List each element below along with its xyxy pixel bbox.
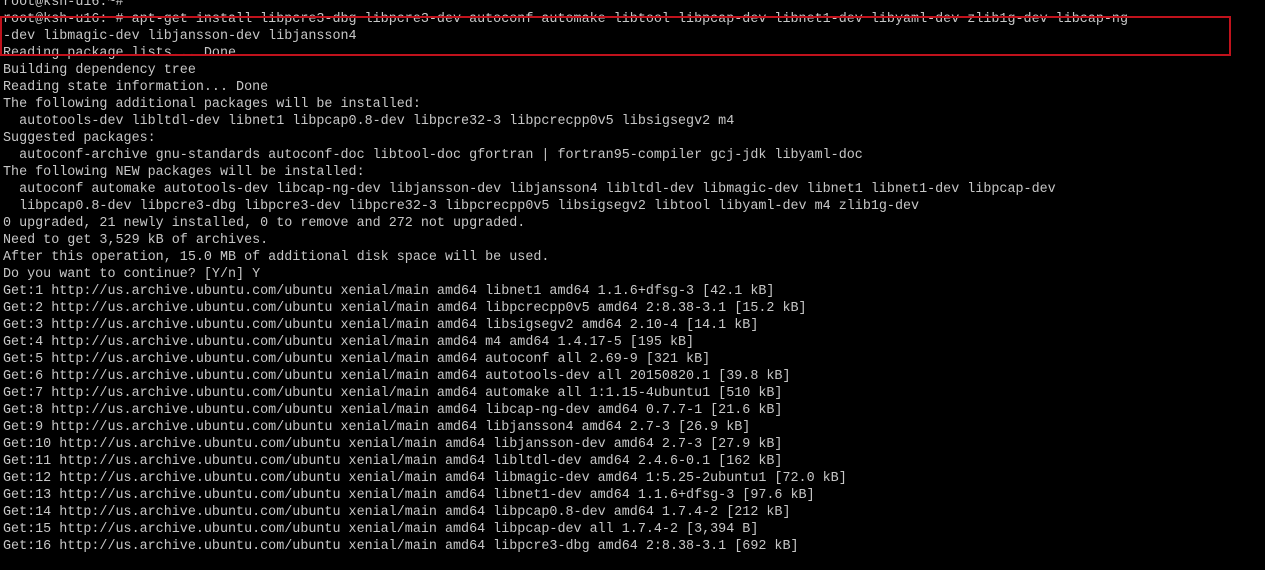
download-line: Get:15 http://us.archive.ubuntu.com/ubun…	[3, 522, 759, 537]
download-line: Get:11 http://us.archive.ubuntu.com/ubun…	[3, 454, 783, 469]
download-line: Get:3 http://us.archive.ubuntu.com/ubunt…	[3, 318, 759, 333]
command-highlight-box	[0, 16, 1231, 56]
output-line: The following additional packages will b…	[3, 97, 421, 112]
output-line: The following NEW packages will be insta…	[3, 165, 365, 180]
output-line: Building dependency tree	[3, 63, 196, 78]
output-line: After this operation, 15.0 MB of additio…	[3, 250, 550, 265]
output-line: 0 upgraded, 21 newly installed, 0 to rem…	[3, 216, 526, 231]
output-line: Reading state information... Done	[3, 80, 269, 95]
terminal-window[interactable]: root@ksh-u16:~# root@ksh-u16:~# apt-get …	[0, 0, 1265, 570]
terminal-output: root@ksh-u16:~# root@ksh-u16:~# apt-get …	[3, 0, 1128, 555]
download-line: Get:7 http://us.archive.ubuntu.com/ubunt…	[3, 386, 783, 401]
download-line: Get:14 http://us.archive.ubuntu.com/ubun…	[3, 505, 791, 520]
download-line: Get:13 http://us.archive.ubuntu.com/ubun…	[3, 488, 815, 503]
download-line: Get:12 http://us.archive.ubuntu.com/ubun…	[3, 471, 847, 486]
download-line: Get:5 http://us.archive.ubuntu.com/ubunt…	[3, 352, 711, 367]
output-line: Need to get 3,529 kB of archives.	[3, 233, 269, 248]
output-line: autotools-dev libltdl-dev libnet1 libpca…	[3, 114, 735, 129]
download-line: Get:16 http://us.archive.ubuntu.com/ubun…	[3, 539, 799, 554]
output-line: libpcap0.8-dev libpcre3-dbg libpcre3-dev…	[3, 199, 920, 214]
confirm-line: Do you want to continue? [Y/n] Y	[3, 267, 261, 282]
download-line: Get:6 http://us.archive.ubuntu.com/ubunt…	[3, 369, 791, 384]
prompt-line: root@ksh-u16:~#	[3, 0, 124, 10]
output-line: autoconf-archive gnu-standards autoconf-…	[3, 148, 863, 163]
download-line: Get:2 http://us.archive.ubuntu.com/ubunt…	[3, 301, 807, 316]
download-line: Get:4 http://us.archive.ubuntu.com/ubunt…	[3, 335, 695, 350]
download-line: Get:10 http://us.archive.ubuntu.com/ubun…	[3, 437, 783, 452]
download-line: Get:1 http://us.archive.ubuntu.com/ubunt…	[3, 284, 775, 299]
output-line: autoconf automake autotools-dev libcap-n…	[3, 182, 1056, 197]
output-line: Suggested packages:	[3, 131, 156, 146]
download-line: Get:8 http://us.archive.ubuntu.com/ubunt…	[3, 403, 783, 418]
download-line: Get:9 http://us.archive.ubuntu.com/ubunt…	[3, 420, 751, 435]
